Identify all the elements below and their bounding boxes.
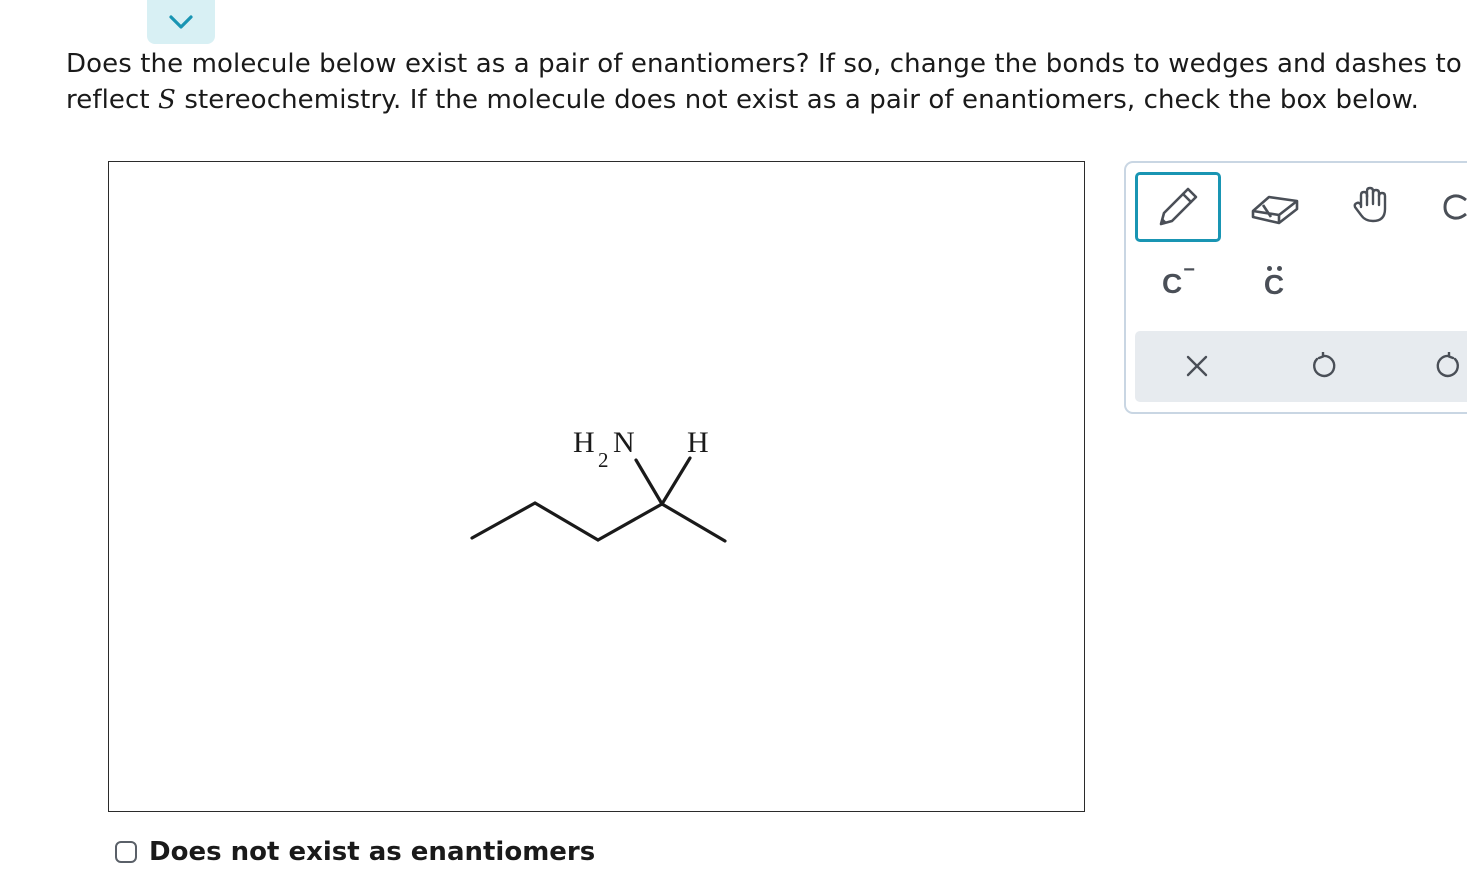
bond-c3-c4[interactable]: [596, 502, 664, 542]
collapse-toggle-button[interactable]: [147, 0, 215, 44]
pencil-icon: [1159, 187, 1198, 226]
amine-subscript: 2: [598, 448, 609, 472]
drawing-toolbar: C − C: [1124, 161, 1467, 414]
redo-icon: [1436, 352, 1459, 378]
hand-icon: [1353, 186, 1387, 223]
redo-button[interactable]: [1419, 341, 1467, 391]
drawing-canvas[interactable]: H 2 N H: [108, 161, 1085, 812]
amine-n-label[interactable]: N: [613, 426, 635, 459]
bond-c4-h[interactable]: [660, 456, 692, 506]
charge-tool[interactable]: C −: [1148, 259, 1208, 309]
no-enantiomers-option[interactable]: Does not exist as enantiomers: [115, 837, 595, 867]
hydrogen-label[interactable]: H: [687, 426, 709, 459]
chevron-down-icon: [169, 15, 193, 29]
eraser-icon: [1251, 195, 1299, 225]
close-icon: [1186, 355, 1208, 377]
bond-c4-n[interactable]: [634, 458, 664, 506]
bond-c1-c2[interactable]: [470, 501, 537, 540]
rotate-tool[interactable]: [1440, 177, 1467, 237]
partially-visible-icon: [1443, 194, 1467, 220]
eraser-tool[interactable]: [1240, 177, 1310, 237]
lone-pair-tool-label: C: [1263, 268, 1285, 300]
action-bar: [1135, 331, 1467, 402]
no-enantiomers-checkbox[interactable]: [115, 841, 137, 863]
no-enantiomers-label[interactable]: Does not exist as enantiomers: [149, 837, 595, 867]
question-line-1: Does the molecule below exist as a pair …: [66, 49, 1462, 79]
question-text: Does the molecule below exist as a pair …: [66, 46, 1466, 118]
bond-c2-c3[interactable]: [533, 501, 600, 542]
pencil-tool[interactable]: [1135, 172, 1221, 242]
undo-button[interactable]: [1293, 341, 1353, 391]
charge-sign: −: [1183, 258, 1195, 281]
question-line-2: reflect S stereochemistry. If the molecu…: [66, 82, 1466, 118]
pan-tool[interactable]: [1336, 175, 1406, 235]
charge-tool-label: C: [1162, 268, 1183, 299]
clear-button[interactable]: [1167, 341, 1227, 391]
lone-pair-tool[interactable]: C: [1244, 257, 1304, 309]
stereo-descriptor: S: [158, 85, 176, 115]
question-line-2-end: stereochemistry. If the molecule does no…: [175, 85, 1419, 115]
molecule-drawing: H 2 N H: [470, 426, 727, 543]
bond-c4-c5[interactable]: [660, 502, 727, 543]
undo-icon: [1313, 352, 1336, 378]
question-line-2-start: reflect: [66, 85, 159, 115]
amine-h-label[interactable]: H: [573, 426, 595, 459]
